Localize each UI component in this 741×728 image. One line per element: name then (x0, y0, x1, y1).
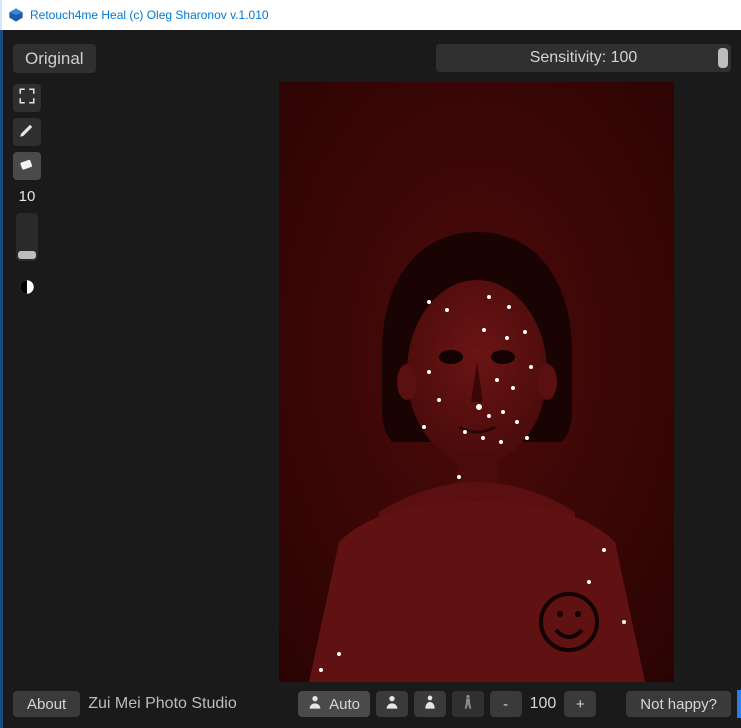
person-icon (307, 694, 323, 714)
face-mode-button[interactable] (376, 691, 408, 717)
window-title: Retouch4me Heal (c) Oleg Sharonov v.1.01… (30, 8, 269, 22)
sensitivity-label: Sensitivity: 100 (530, 49, 638, 67)
auto-label: Auto (329, 696, 360, 713)
fullscreen-icon (18, 87, 36, 110)
edge-accent (737, 690, 741, 718)
face-icon (384, 694, 400, 714)
app-icon (8, 7, 24, 23)
zoom-value: 100 (526, 695, 561, 713)
bust-icon (422, 694, 438, 714)
auto-button[interactable]: Auto (298, 691, 370, 717)
titlebar: Retouch4me Heal (c) Oleg Sharonov v.1.01… (0, 0, 741, 30)
original-button[interactable]: Original (13, 44, 96, 73)
brush-size-value: 10 (13, 188, 41, 205)
about-button[interactable]: About (13, 691, 80, 717)
zoom-in-button[interactable]: + (564, 691, 596, 717)
image-preview[interactable] (279, 82, 674, 682)
eraser-icon (18, 155, 36, 178)
watermark-label: Zui Mei Photo Studio (86, 695, 243, 713)
brush-size-thumb[interactable] (18, 251, 36, 259)
mask-toggle-button[interactable] (13, 275, 41, 303)
not-happy-button[interactable]: Not happy? (626, 691, 731, 717)
fullscreen-button[interactable] (13, 84, 41, 112)
eraser-button[interactable] (13, 152, 41, 180)
brush-icon (18, 121, 36, 144)
body-icon (460, 694, 476, 714)
sensitivity-thumb[interactable] (718, 48, 728, 68)
contrast-icon (18, 278, 36, 301)
portrait-mode-button[interactable] (414, 691, 446, 717)
zoom-out-button[interactable]: - (490, 691, 522, 717)
sensitivity-slider[interactable]: Sensitivity: 100 (436, 44, 731, 72)
brush-button[interactable] (13, 118, 41, 146)
body-mode-button[interactable] (452, 691, 484, 717)
brush-size-slider[interactable] (16, 213, 38, 261)
